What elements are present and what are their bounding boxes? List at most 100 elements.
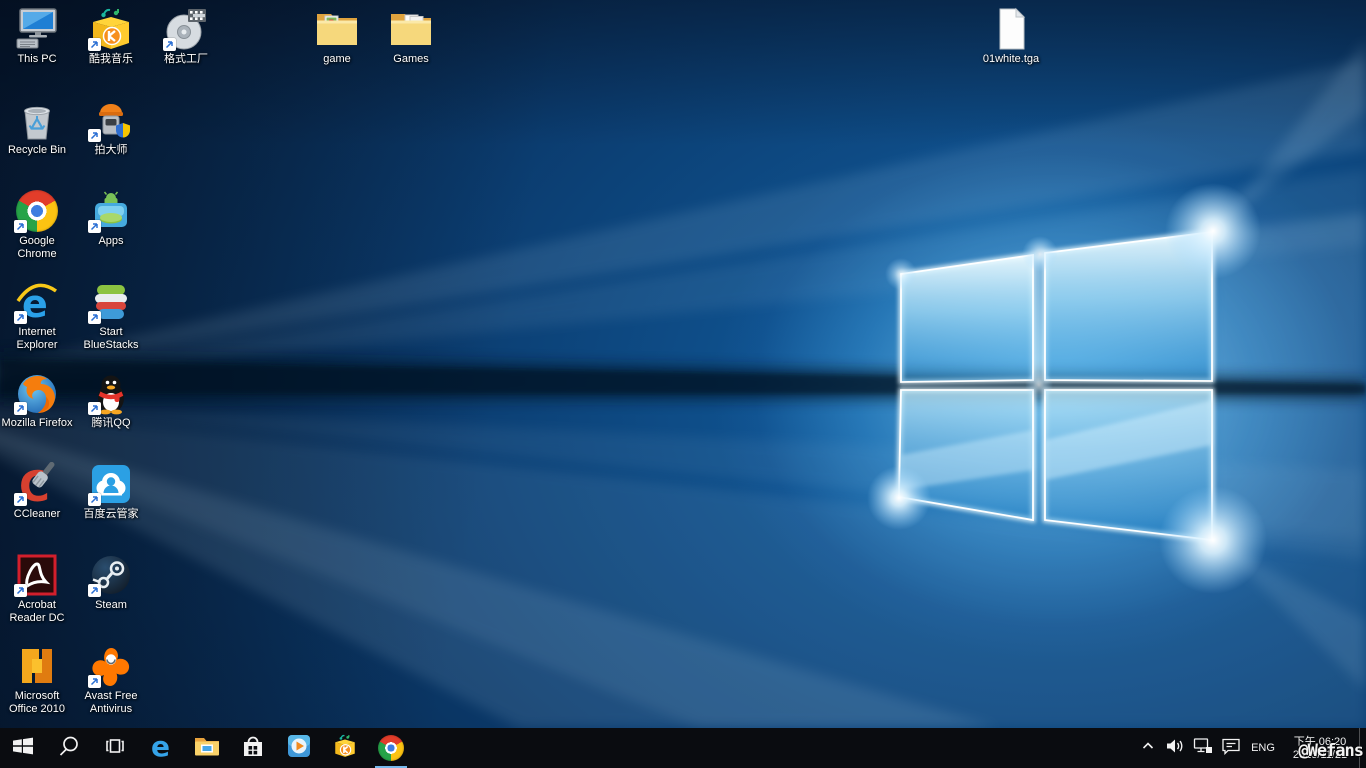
task-view-button[interactable] [92,728,138,768]
desktop-wallpaper: This PC 酷我音乐 [0,0,1366,728]
shortcut-arrow-icon [14,220,27,233]
store-button[interactable] [230,728,276,768]
desktop-icon-baidu-cloud[interactable]: 百度云管家 [74,461,148,521]
desktop-icon-internet-explorer[interactable]: e Internet Explorer [0,279,74,352]
tray-overflow-button[interactable] [1135,728,1161,768]
shortcut-arrow-icon [88,584,101,597]
shortcut-arrow-icon [14,311,27,324]
language-indicator[interactable]: ENG [1245,728,1281,768]
desktop-icon-google-chrome[interactable]: Google Chrome [0,188,74,261]
shortcut-arrow-icon [88,38,101,51]
chrome-icon [378,735,404,761]
desktop-icon-label: Mozilla Firefox [2,417,73,430]
media-player-button[interactable] [276,728,322,768]
desktop-icon-label: 酷我音乐 [89,53,133,66]
desktop-icon-label: CCleaner [14,508,60,521]
desktop-icon-microsoft-office[interactable]: Microsoft Office 2010 [0,643,74,716]
desktop-icon-label: Games [393,53,428,66]
desktop-icon-label: Google Chrome [0,235,74,261]
volume-button[interactable] [1161,728,1189,768]
steam-icon [87,552,135,598]
network-icon [1193,737,1213,759]
desktop-icon-avast[interactable]: Avast Free Antivirus [74,643,148,716]
shortcut-arrow-icon [14,402,27,415]
desktop-icon-label: 拍大师 [95,144,128,157]
shortcut-arrow-icon [163,38,176,51]
acrobat-reader-icon [13,552,61,598]
desktop-icon-label: Internet Explorer [0,326,74,352]
desktop-icon-label: This PC [17,53,56,66]
shortcut-arrow-icon [88,129,101,142]
desktop-icon-label: 腾讯QQ [91,417,130,430]
action-center-icon [1221,737,1241,760]
desktop-icon-game-folder[interactable]: game [300,6,374,66]
folder-games-icon [387,6,435,52]
desktop-icon-games-folder[interactable]: Games [374,6,448,66]
desktop-icon-apps[interactable]: Apps [74,188,148,248]
desktop-icon-label: Acrobat Reader DC [0,599,74,625]
svg-text:e: e [151,732,170,760]
desktop-icon-this-pc[interactable]: This PC [0,6,74,66]
qq-icon [87,370,135,416]
desktop-icon-label: 百度云管家 [84,508,139,521]
chrome-icon [13,188,61,234]
baidu-cloud-icon [87,461,135,507]
bluestacks-icon [87,279,135,325]
windows-logo-wallpaper [0,0,1366,728]
desktop-icon-start-bluestacks[interactable]: Start BlueStacks [74,279,148,352]
desktop-icon-kuwo-music[interactable]: 酷我音乐 [74,6,148,66]
ccleaner-icon: C [13,461,61,507]
desktop-icon-01white-tga[interactable]: 01white.tga [974,6,1048,66]
network-button[interactable] [1189,728,1217,768]
edge-button[interactable]: e [138,728,184,768]
media-player-icon [286,733,312,764]
edge-icon: e [147,732,175,765]
tga-file-icon [987,6,1035,52]
shortcut-arrow-icon [88,402,101,415]
bluestacks-apps-icon [87,188,135,234]
desktop-icon-label: Steam [95,599,127,612]
taskbar: e [0,728,1366,768]
store-icon [240,733,266,764]
shortcut-arrow-icon [88,493,101,506]
desktop-icon-label: Microsoft Office 2010 [0,690,74,716]
start-button[interactable] [0,728,46,768]
search-icon [57,734,81,763]
desktop-icon-acrobat-reader[interactable]: Acrobat Reader DC [0,552,74,625]
volume-icon [1165,738,1185,759]
search-button[interactable] [46,728,92,768]
internet-explorer-icon: e [13,279,61,325]
start-icon [11,734,35,763]
kuwo-music-icon [87,6,135,52]
firefox-icon [13,370,61,416]
desktop-icon-recycle-bin[interactable]: Recycle Bin [0,97,74,157]
desktop-icon-label: 格式工厂 [164,53,208,66]
desktop-icon-label: 01white.tga [983,53,1039,66]
kuwo-music-icon [332,733,358,764]
desktop-icon-label: game [323,53,351,66]
desktop-icon-steam[interactable]: Steam [74,552,148,612]
file-explorer-button[interactable] [184,728,230,768]
action-center-button[interactable] [1217,728,1245,768]
this-pc-icon [13,6,61,52]
desktop-icon-label: Start BlueStacks [74,326,148,352]
shortcut-arrow-icon [88,220,101,233]
desktop-icon-paidashi[interactable]: 拍大师 [74,97,148,157]
shortcut-arrow-icon [88,675,101,688]
recycle-bin-icon [13,97,61,143]
format-factory-icon [162,6,210,52]
shortcut-arrow-icon [88,311,101,324]
desktop-icon-format-factory[interactable]: 格式工厂 [149,6,223,66]
watermark: @Wefans [1298,741,1363,761]
task-view-icon [103,734,127,763]
desktop-icon-mozilla-firefox[interactable]: Mozilla Firefox [0,370,74,430]
kuwo-music-button[interactable] [322,728,368,768]
shortcut-arrow-icon [14,493,27,506]
desktop-icon-label: Avast Free Antivirus [74,690,148,716]
folder-game-icon [313,6,361,52]
desktop-icon-ccleaner[interactable]: C CCleaner [0,461,74,521]
desktop-icon-label: Apps [98,235,123,248]
desktop-icon-tencent-qq[interactable]: 腾讯QQ [74,370,148,430]
chrome-taskbar-button[interactable] [368,728,414,768]
shortcut-arrow-icon [14,584,27,597]
